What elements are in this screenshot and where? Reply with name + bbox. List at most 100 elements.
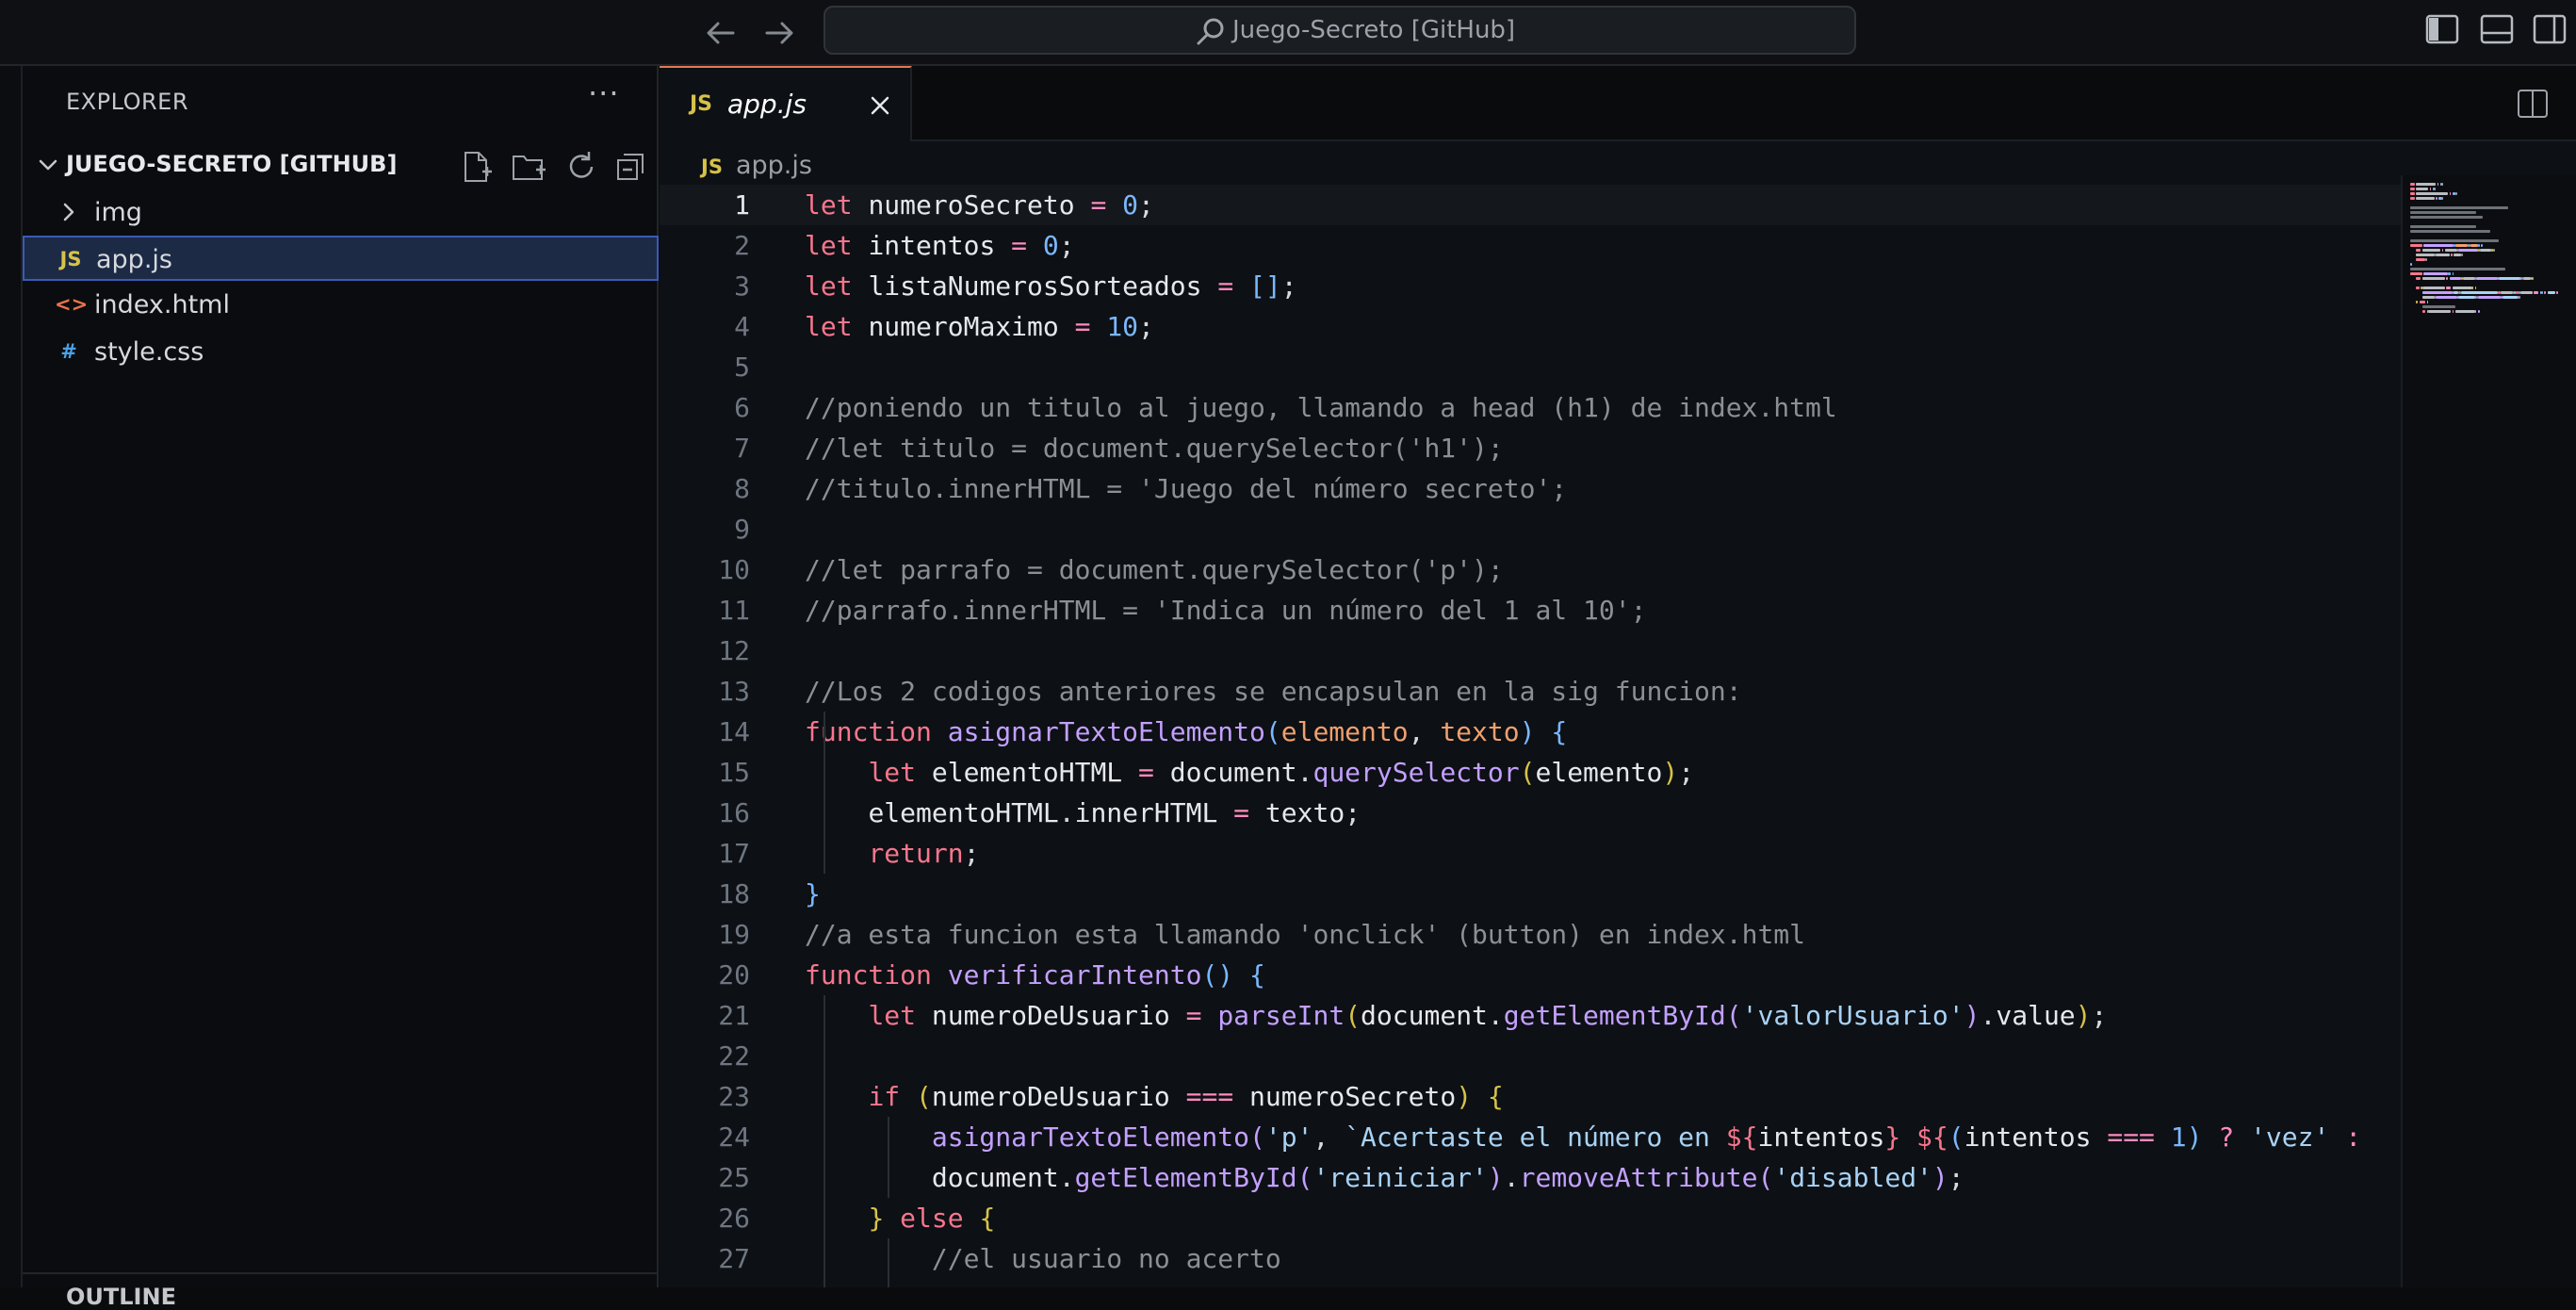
minimap-token — [2410, 192, 2415, 195]
more-actions-icon[interactable]: ··· — [588, 75, 620, 111]
line-number: 4 — [734, 311, 750, 342]
toggle-primary-sidebar-icon[interactable] — [2425, 14, 2459, 44]
indent-guide — [823, 995, 825, 1287]
close-icon[interactable] — [863, 89, 897, 123]
code-line[interactable]: 4 let numeroMaximo = 10; — [660, 306, 2401, 347]
minimap-token — [2478, 310, 2480, 313]
minimap-token — [2416, 183, 2437, 186]
line-number: 22 — [718, 1040, 750, 1072]
code-line[interactable]: 2 let intentos = 0; — [660, 225, 2401, 266]
line-number: 20 — [718, 959, 750, 991]
minimap-token — [2416, 249, 2421, 252]
code-line[interactable]: 27 //el usuario no acerto — [660, 1238, 2401, 1279]
minimap-token — [2410, 268, 2505, 270]
minimap-token — [2416, 287, 2420, 289]
code-editor[interactable]: 1 let numeroSecreto = 0; 2 let intentos = 0… — [660, 175, 2401, 1287]
code-line[interactable]: 12 — [660, 630, 2401, 671]
code-line[interactable]: 14 function asignarTextoElemento(elemento… — [660, 712, 2401, 752]
code-text: let listaNumerosSorteados = []; — [805, 270, 1297, 302]
collapse-all-icon[interactable] — [614, 149, 650, 185]
code-line[interactable]: 5 — [660, 347, 2401, 387]
code-text: elementoHTML.innerHTML = texto; — [868, 797, 1361, 828]
code-line[interactable]: 28 if (numeroDeUsuario > numeroSecreto) … — [660, 1279, 2401, 1287]
code-line[interactable]: 9 — [660, 509, 2401, 549]
minimap-token — [2523, 277, 2531, 280]
back-arrow-icon[interactable] — [701, 13, 741, 53]
toggle-secondary-sidebar-icon[interactable] — [2533, 14, 2567, 44]
command-center-search[interactable]: Juego-Secreto [GitHub] — [823, 6, 1856, 55]
code-line[interactable]: 7 //let titulo = document.querySelector('… — [660, 428, 2401, 468]
line-number: 23 — [718, 1081, 750, 1112]
code-text: } else { — [868, 1203, 996, 1234]
code-line[interactable]: 22 — [660, 1036, 2401, 1076]
code-line[interactable]: 25 document.getElementById('reiniciar').… — [660, 1157, 2401, 1198]
code-line[interactable]: 8 //titulo.innerHTML = 'Juego del número … — [660, 468, 2401, 509]
code-text: //el usuario no acerto — [931, 1243, 1281, 1274]
new-file-icon[interactable] — [458, 149, 494, 185]
javascript-file-icon: JS — [59, 248, 82, 270]
code-line[interactable]: 19 //a esta funcion esta llamando 'onclic… — [660, 914, 2401, 955]
line-number: 16 — [718, 797, 750, 828]
minimap-token — [2441, 249, 2444, 252]
tab-label: app.js — [727, 89, 807, 120]
tree-item-img-folder[interactable]: img — [23, 190, 659, 236]
toggle-panel-icon[interactable] — [2480, 14, 2514, 44]
minimap-token — [2416, 277, 2421, 280]
code-text: //let titulo = document.querySelector('h… — [805, 433, 1504, 464]
tree-item-style-css[interactable]: # style.css — [23, 330, 659, 375]
code-line[interactable]: 18} — [660, 874, 2401, 914]
code-line[interactable]: 1 let numeroSecreto = 0; — [660, 185, 2401, 225]
line-number: 27 — [718, 1243, 750, 1274]
code-line[interactable]: 17 return; — [660, 833, 2401, 874]
code-line[interactable]: 21 let numeroDeUsuario = parseInt(docume… — [660, 995, 2401, 1036]
minimap-token — [2416, 254, 2435, 256]
outline-label: OUTLINE — [66, 1284, 176, 1310]
minimap-token — [2434, 188, 2437, 190]
minimap[interactable] — [2401, 175, 2576, 1287]
minimap-token — [2470, 244, 2478, 247]
code-line[interactable]: 10 //let parrafo = document.querySelector… — [660, 549, 2401, 590]
code-line[interactable]: 24 asignarTextoElemento('p', `Acertaste … — [660, 1117, 2401, 1157]
search-icon — [1197, 18, 1224, 45]
tree-item-index-html[interactable]: <> index.html — [23, 283, 659, 328]
code-line[interactable]: 16 elementoHTML.innerHTML = texto; — [660, 793, 2401, 833]
code-line[interactable]: 13 //Los 2 codigos anteriores se encapsul… — [660, 671, 2401, 712]
line-number: 17 — [718, 838, 750, 869]
forward-arrow-icon[interactable] — [759, 13, 799, 53]
refresh-icon[interactable] — [563, 149, 599, 185]
tab-bar: JS app.js — [660, 66, 2576, 141]
minimap-token — [2441, 197, 2444, 200]
code-text: //a esta funcion esta llamando 'onclick'… — [805, 919, 1806, 950]
minimap-token — [2416, 258, 2425, 261]
code-text: asignarTextoElemento('p', `Acertaste el … — [931, 1122, 2362, 1153]
code-line[interactable]: 15 let elementoHTML = document.querySele… — [660, 752, 2401, 793]
minimap-token — [2444, 249, 2457, 252]
minimap-token — [2441, 183, 2444, 186]
split-editor-icon[interactable] — [2516, 87, 2550, 121]
editor-group: JS app.js JS app.js 1 let numeroSecreto = … — [660, 66, 2576, 1287]
line-number: 11 — [718, 595, 750, 626]
code-line[interactable]: 3 let listaNumerosSorteados = []; — [660, 266, 2401, 306]
tab-app-js[interactable]: JS app.js — [660, 66, 912, 141]
code-text: return; — [868, 838, 980, 869]
folder-name: JUEGO-SECRETO [GITHUB] — [66, 151, 398, 177]
outline-section-header[interactable]: OUTLINE — [23, 1272, 659, 1310]
code-text: let intentos = 0; — [805, 230, 1075, 261]
indent-guide — [888, 1238, 889, 1287]
minimap-token — [2410, 225, 2477, 228]
minimap-token — [2428, 310, 2452, 313]
chevron-down-icon — [39, 159, 57, 171]
tree-item-app-js[interactable]: JS app.js — [23, 236, 659, 281]
new-folder-icon[interactable] — [511, 149, 546, 185]
minimap-token — [2458, 249, 2478, 252]
code-line[interactable]: 26 } else { — [660, 1198, 2401, 1238]
minimap-token — [2532, 277, 2535, 280]
minimap-token — [2476, 277, 2498, 280]
code-line[interactable]: 23 if (numeroDeUsuario === numeroSecreto… — [660, 1076, 2401, 1117]
folder-header[interactable]: JUEGO-SECRETO [GITHUB] — [23, 145, 659, 187]
code-text: if (numeroDeUsuario > numeroSecreto) { — [805, 1279, 1536, 1287]
code-line[interactable]: 20 function verificarIntento() { — [660, 955, 2401, 995]
code-line[interactable]: 6 //poniendo un titulo al juego, llamando… — [660, 387, 2401, 428]
code-text: function verificarIntento() { — [805, 959, 1265, 991]
code-line[interactable]: 11 //parrafo.innerHTML = 'Indica un númer… — [660, 590, 2401, 630]
